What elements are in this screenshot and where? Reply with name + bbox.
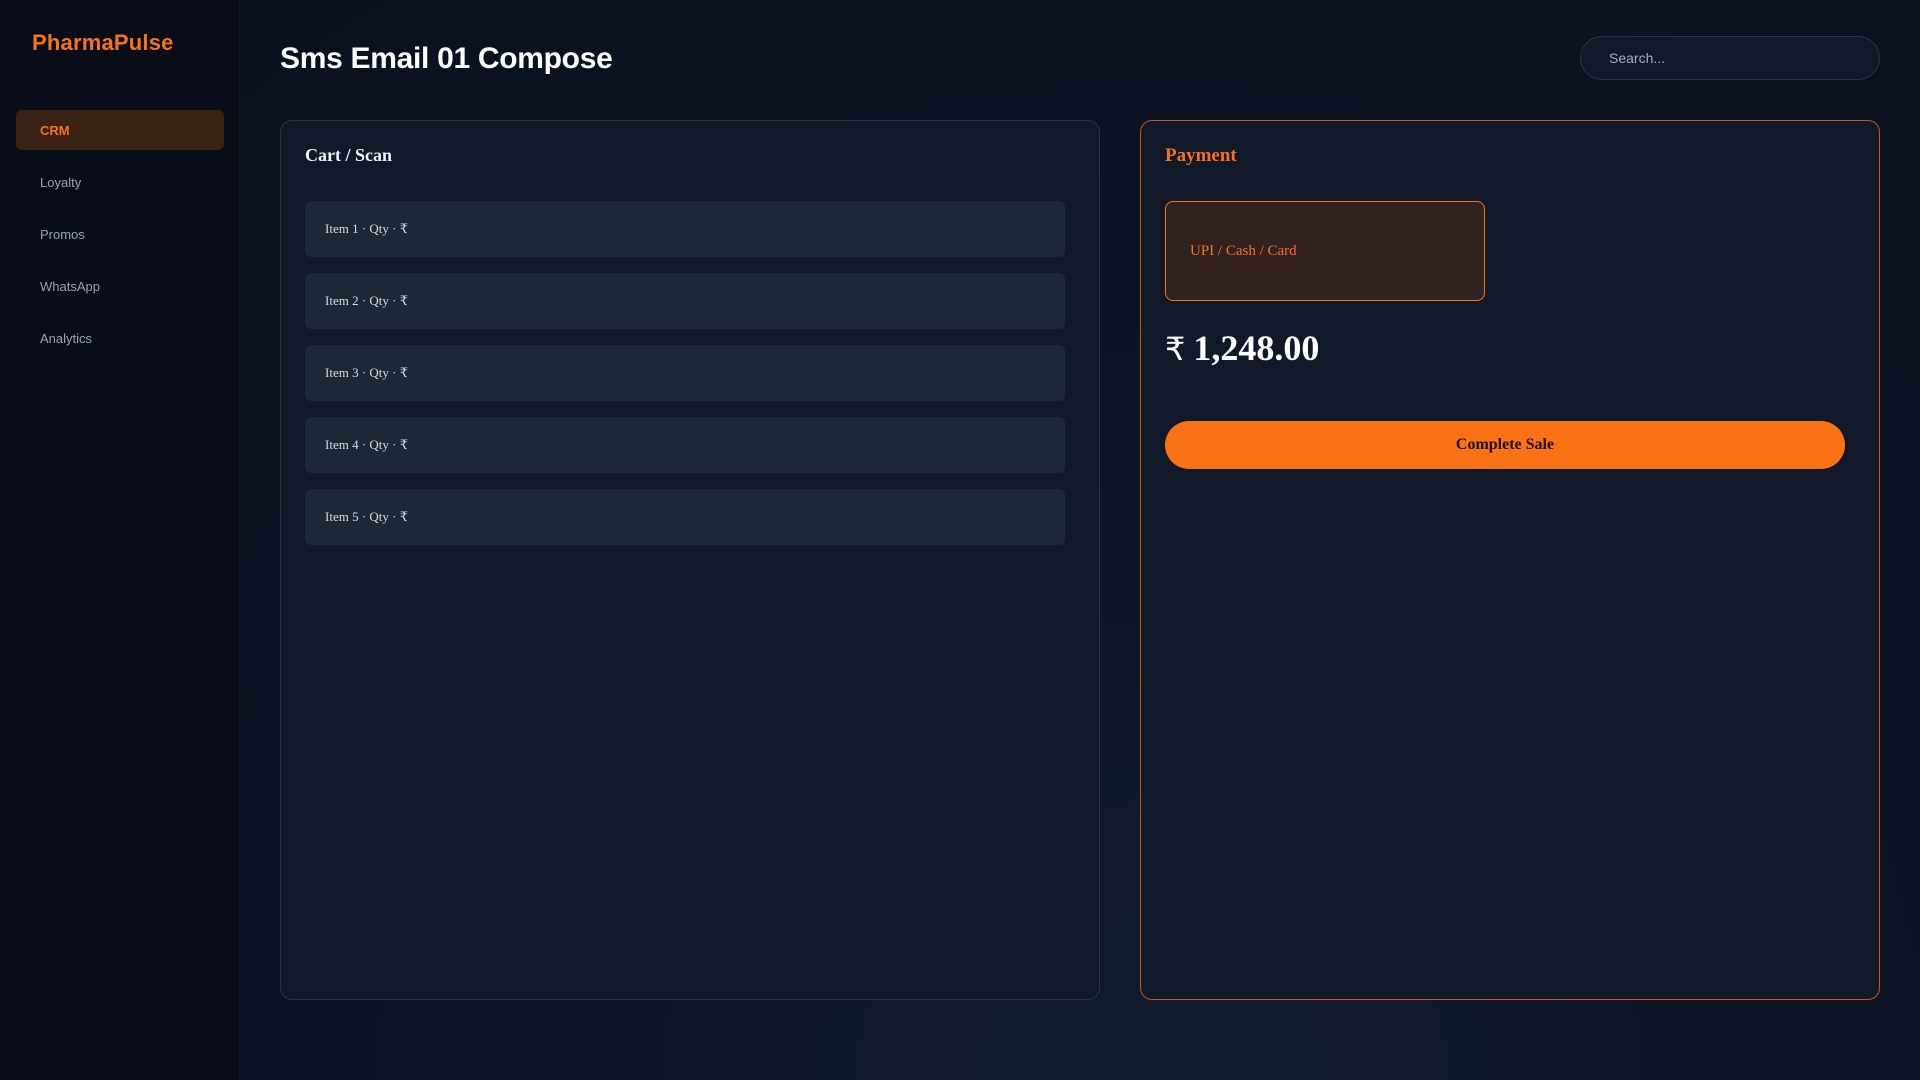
sidebar-item-analytics[interactable]: Analytics	[16, 318, 224, 358]
sidebar-item-crm[interactable]: CRM	[16, 110, 224, 150]
cart-item[interactable]: Item 4 · Qty · ₹	[305, 417, 1065, 473]
payment-panel: Payment UPI / Cash / Card ₹1,248.00 Comp…	[1140, 120, 1880, 1000]
payment-method-selector[interactable]: UPI / Cash / Card	[1165, 201, 1485, 301]
sidebar-item-loyalty[interactable]: Loyalty	[16, 162, 224, 202]
sidebar-item-promos[interactable]: Promos	[16, 214, 224, 254]
sidebar-nav: CRM Loyalty Promos WhatsApp Analytics	[16, 110, 224, 370]
app-window: PharmaPulse CRM Loyalty Promos WhatsApp …	[0, 0, 1920, 1080]
cart-item[interactable]: Item 1 · Qty · ₹	[305, 201, 1065, 257]
cart-list: Item 1 · Qty · ₹ Item 2 · Qty · ₹ Item 3…	[305, 201, 1065, 561]
cart-panel: Cart / Scan Item 1 · Qty · ₹ Item 2 · Qt…	[280, 120, 1100, 1000]
page-title: Sms Email 01 Compose	[280, 42, 613, 75]
search-input[interactable]	[1580, 36, 1880, 80]
complete-sale-button[interactable]: Complete Sale	[1165, 421, 1845, 469]
total-amount: ₹1,248.00	[1165, 327, 1319, 369]
sidebar: PharmaPulse CRM Loyalty Promos WhatsApp …	[0, 0, 240, 1080]
cart-item[interactable]: Item 2 · Qty · ₹	[305, 273, 1065, 329]
brand-logo[interactable]: PharmaPulse	[32, 30, 174, 56]
cart-item[interactable]: Item 3 · Qty · ₹	[305, 345, 1065, 401]
total-value: 1,248.00	[1193, 328, 1320, 368]
cart-item[interactable]: Item 5 · Qty · ₹	[305, 489, 1065, 545]
payment-panel-title: Payment	[1165, 145, 1237, 166]
sidebar-item-whatsapp[interactable]: WhatsApp	[16, 266, 224, 306]
cart-panel-title: Cart / Scan	[305, 145, 392, 165]
currency-symbol: ₹	[1165, 330, 1186, 368]
